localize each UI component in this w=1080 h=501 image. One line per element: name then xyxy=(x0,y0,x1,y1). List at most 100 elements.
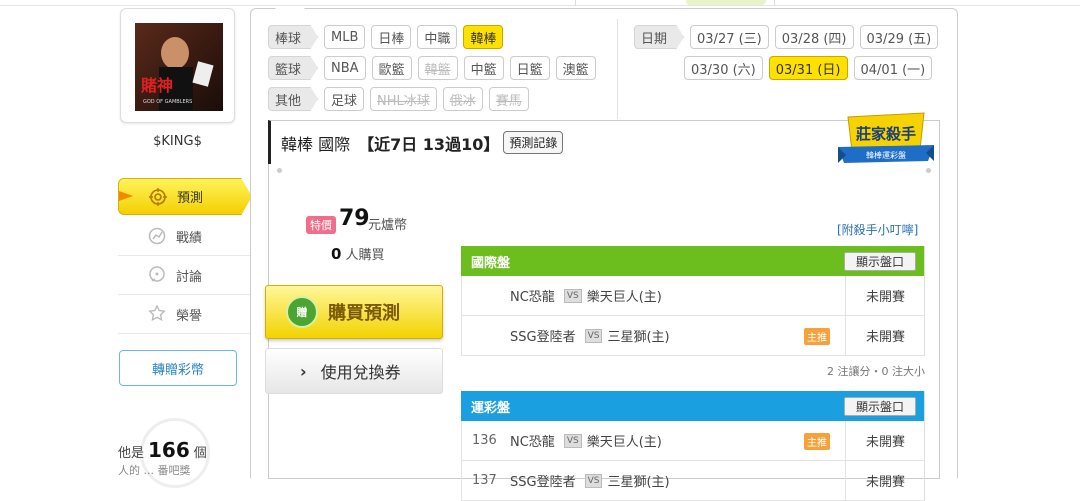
filter-au-basketball[interactable]: 澳籃 xyxy=(555,56,596,80)
vs-icon: VS xyxy=(563,433,582,448)
show-odds-button[interactable]: 顯示盤口 xyxy=(844,397,916,416)
counter-value: 166 xyxy=(148,438,190,462)
category-label-basketball: 籃球 xyxy=(268,56,319,80)
home-team: 樂天巨人(主) xyxy=(586,435,662,450)
use-coupon-label: 使用兌換券 xyxy=(320,363,401,382)
corner-dot xyxy=(926,168,931,173)
buyer-count-label: 人購買 xyxy=(345,248,385,263)
avatar-title: 賭神 xyxy=(141,76,173,95)
sidebar-item-predict[interactable]: 預測 xyxy=(118,178,252,215)
follower-counter: 他是 166 個 xyxy=(118,438,207,462)
price-amount: 79 xyxy=(339,206,370,231)
dealer-killer-badge: 莊家殺手 韓棒運彩盤 xyxy=(838,112,934,163)
filter-jp-baseball[interactable]: 日棒 xyxy=(371,25,412,49)
sidebar-item-label: 戰績 xyxy=(176,230,203,246)
date-0401[interactable]: 04/01 (一) xyxy=(853,56,933,80)
filter-eu-basketball[interactable]: 歐籃 xyxy=(371,56,412,80)
date-0331[interactable]: 03/31 (日) xyxy=(768,56,848,80)
table-title: 運彩盤 xyxy=(471,400,511,416)
sidebar-item-honor[interactable]: 榮譽 xyxy=(118,295,252,334)
buy-prediction-button[interactable]: 贈 購買預測 xyxy=(265,285,443,339)
main-panel: 棒球 MLB 日棒 中職 韓棒 籃球 NBA 歐籃 韓籃 中籃 日籃 澳籃 其他… xyxy=(250,8,958,501)
sale-badge: 特價 xyxy=(306,216,336,234)
gift-coins-button[interactable]: 轉贈彩幣 xyxy=(119,350,237,386)
chevron-right-icon: › xyxy=(300,361,307,381)
category-label-baseball: 棒球 xyxy=(268,25,319,49)
trophy-icon xyxy=(148,305,166,321)
filter-soccer[interactable]: 足球 xyxy=(324,87,365,111)
top-border xyxy=(0,0,1080,6)
home-team: 樂天巨人(主) xyxy=(586,290,662,305)
filter-kr-baseball[interactable]: 韓棒 xyxy=(463,25,504,49)
vs-icon: VS xyxy=(563,288,582,303)
avatar-image: 賭神 GOD OF GAMBLERS xyxy=(135,23,223,111)
table-row: 137 SSG登陸者 VS 三星獅(主) 未開賽 xyxy=(461,461,924,501)
pick-summary: 2 注讓分・0 注大小 xyxy=(827,365,925,378)
badge-title: 莊家殺手 xyxy=(856,125,916,143)
filter-cpbl[interactable]: 中職 xyxy=(417,25,458,49)
username: $KING$ xyxy=(153,134,202,149)
chat-icon xyxy=(149,266,165,282)
filter-row-baseball: 棒球 MLB 日棒 中職 韓棒 xyxy=(268,25,504,49)
filter-cn-basketball[interactable]: 中籃 xyxy=(463,56,504,80)
date-0329[interactable]: 03/29 (五) xyxy=(859,25,939,49)
game-status: 未開賽 xyxy=(845,421,925,460)
vs-icon: VS xyxy=(584,328,603,343)
home-team: 三星獅(主) xyxy=(607,475,670,490)
away-team: NC恐龍 xyxy=(510,435,555,450)
home-team: 三星獅(主) xyxy=(607,330,670,345)
sidebar-item-label: 討論 xyxy=(176,269,203,285)
recommend-badge: 主推 xyxy=(804,433,830,450)
table-header: 運彩盤 顯示盤口 xyxy=(461,391,924,421)
sidebar-item-record[interactable]: 戰績 xyxy=(118,217,252,256)
date-0330[interactable]: 03/30 (六) xyxy=(684,56,763,80)
date-0328[interactable]: 03/28 (四) xyxy=(774,25,854,49)
game-number: 136 xyxy=(472,433,497,448)
filter-divider xyxy=(617,19,618,119)
use-coupon-button[interactable]: › 使用兌換券 xyxy=(265,348,443,394)
category-label-date: 日期 xyxy=(634,25,685,49)
title-record-summary: 【近7日 13過10】 xyxy=(358,134,500,154)
corner-dot xyxy=(277,168,282,173)
filter-jp-basketball[interactable]: 日籃 xyxy=(509,56,550,80)
away-team: SSG登陸者 xyxy=(510,475,576,490)
filter-nba[interactable]: NBA xyxy=(324,56,366,80)
game-status: 未開賽 xyxy=(845,461,925,500)
recommend-badge: 主推 xyxy=(804,328,830,345)
avatar-subtitle: GOD OF GAMBLERS xyxy=(143,99,192,105)
table-row: SSG登陸者 VS 三星獅(主) 主推 未開賽 xyxy=(461,316,924,356)
counter-prefix: 他是 xyxy=(118,446,145,461)
buyer-count-value: 0 xyxy=(331,245,342,263)
sidebar-item-discuss[interactable]: 討論 xyxy=(118,256,252,295)
prediction-record-button[interactable]: 預測記錄 xyxy=(503,131,564,154)
away-team: SSG登陸者 xyxy=(510,330,576,345)
buy-prediction-label: 購買預測 xyxy=(328,303,400,324)
away-team: NC恐龍 xyxy=(510,290,555,305)
killer-tips-link[interactable]: [附殺手小叮嚀] xyxy=(837,221,918,238)
title-main: 韓棒 國際 xyxy=(281,134,351,154)
table-row: NC恐龍 VS 樂天巨人(主) 未開賽 xyxy=(461,276,924,316)
price-unit: 元爐幣 xyxy=(368,218,408,233)
show-odds-button[interactable]: 顯示盤口 xyxy=(844,252,916,271)
filter-nhl: NHL冰球 xyxy=(370,87,437,111)
table-row: 136 NC恐龍 VS 樂天巨人(主) 主推 未開賽 xyxy=(461,421,924,461)
vs-icon: VS xyxy=(584,473,603,488)
table-sports-lottery: 運彩盤 顯示盤口 136 NC恐龍 VS 樂天巨人(主) 主推 未開賽 137 SS… xyxy=(461,391,925,501)
table-international: 國際盤 顯示盤口 NC恐龍 VS 樂天巨人(主) 未開賽 SSG登陸者 VS 三星獅(主… xyxy=(461,246,925,356)
date-row-1: 日期 03/27 (三) 03/28 (四) 03/29 (五) xyxy=(634,25,939,49)
badge-subtitle: 韓棒運彩盤 xyxy=(866,150,906,160)
coin-icon: 贈 xyxy=(286,296,318,328)
filter-mlb[interactable]: MLB xyxy=(324,25,366,49)
sidebar-nav: 預測 戰績 討論 榮譽 xyxy=(118,178,252,334)
target-icon xyxy=(149,187,167,206)
category-label-other: 其他 xyxy=(268,87,319,111)
counter-suffix: 個 xyxy=(193,446,207,461)
table-title: 國際盤 xyxy=(471,255,511,271)
sidebar-item-label: 榮譽 xyxy=(176,308,203,324)
filter-row-other: 其他 足球 NHL冰球 俄冰 賽馬 xyxy=(268,87,529,111)
game-status: 未開賽 xyxy=(845,316,925,355)
avatar[interactable]: 賭神 GOD OF GAMBLERS xyxy=(120,8,235,123)
buyer-count: 0 人購買 xyxy=(331,244,384,263)
game-status: 未開賽 xyxy=(845,276,925,315)
date-0327[interactable]: 03/27 (三) xyxy=(690,25,769,49)
